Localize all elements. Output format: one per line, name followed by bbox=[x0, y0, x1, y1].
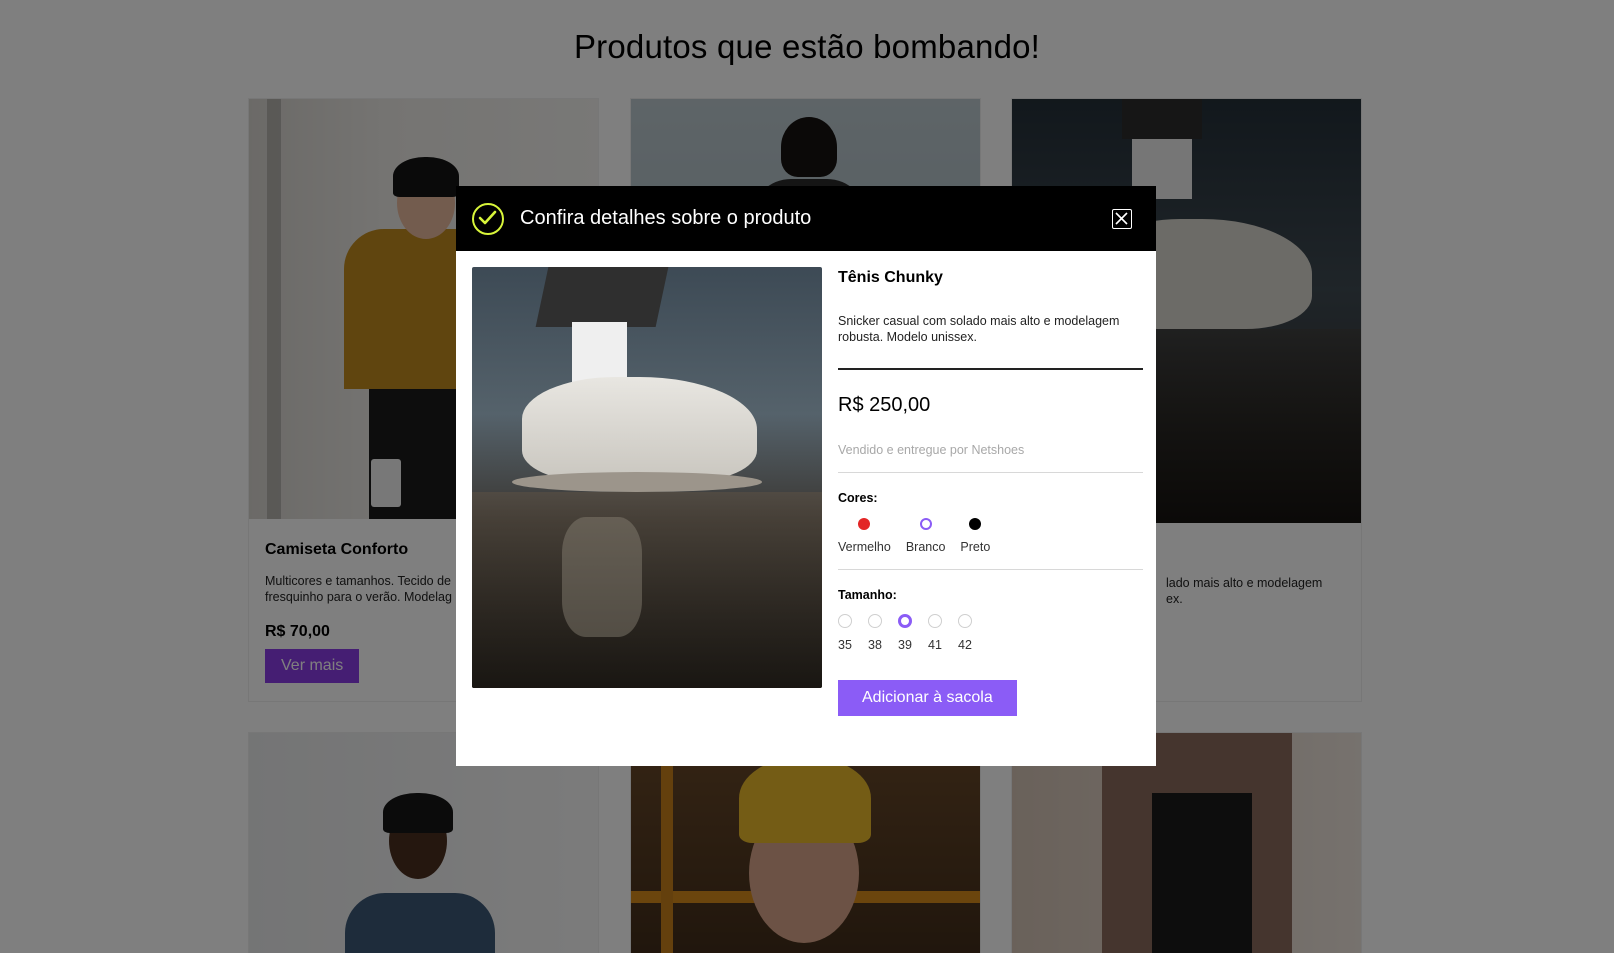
product-name: Tênis Chunky bbox=[838, 269, 943, 286]
size-value: 38 bbox=[868, 638, 882, 652]
modal-title: Confira detalhes sobre o produto bbox=[520, 207, 812, 229]
add-to-bag-button[interactable]: Adicionar à sacola bbox=[838, 680, 1017, 716]
divider bbox=[838, 472, 1143, 473]
modal-header: Confira detalhes sobre o produto bbox=[456, 186, 1156, 251]
size-radio[interactable] bbox=[868, 614, 882, 628]
color-option-branco[interactable]: Branco bbox=[905, 518, 946, 554]
color-option-vermelho[interactable]: Vermelho bbox=[838, 518, 891, 554]
product-detail-modal: Confira detalhes sobre o produto Tênis C… bbox=[456, 186, 1156, 766]
color-label: Preto bbox=[960, 540, 991, 554]
divider bbox=[838, 368, 1143, 370]
size-value: 41 bbox=[928, 638, 942, 652]
color-swatch[interactable] bbox=[969, 518, 982, 530]
color-label: Vermelho bbox=[838, 540, 891, 554]
size-option-35[interactable]: 35 bbox=[838, 614, 852, 652]
product-info: Tênis Chunky Snicker casual com solado m… bbox=[838, 267, 1143, 716]
seller-text: Vendido e entregue por Netshoes bbox=[838, 443, 1025, 457]
divider bbox=[838, 569, 1143, 570]
size-label: Tamanho: bbox=[838, 588, 897, 602]
color-label: Branco bbox=[905, 540, 946, 554]
size-value: 42 bbox=[958, 638, 972, 652]
size-options: 35 38 39 41 42 bbox=[838, 614, 1143, 652]
color-swatch[interactable] bbox=[919, 518, 932, 530]
size-radio[interactable] bbox=[838, 614, 852, 628]
product-price: R$ 250,00 bbox=[838, 394, 931, 416]
colors-label: Cores: bbox=[838, 491, 878, 505]
size-value: 35 bbox=[838, 638, 852, 652]
close-icon[interactable] bbox=[1112, 209, 1132, 229]
size-radio[interactable] bbox=[898, 614, 912, 628]
size-option-39[interactable]: 39 bbox=[898, 614, 912, 652]
color-option-preto[interactable]: Preto bbox=[960, 518, 990, 554]
size-option-38[interactable]: 38 bbox=[868, 614, 882, 652]
color-swatch[interactable] bbox=[858, 518, 871, 530]
size-radio[interactable] bbox=[928, 614, 942, 628]
size-radio[interactable] bbox=[958, 614, 972, 628]
size-option-41[interactable]: 41 bbox=[928, 614, 942, 652]
check-circle-icon bbox=[472, 203, 504, 235]
size-value: 39 bbox=[898, 638, 912, 652]
color-options: Vermelho Branco Preto bbox=[838, 518, 1143, 554]
product-image bbox=[472, 267, 822, 688]
product-description: Snicker casual com solado mais alto e mo… bbox=[838, 314, 1120, 344]
size-option-42[interactable]: 42 bbox=[958, 614, 972, 652]
